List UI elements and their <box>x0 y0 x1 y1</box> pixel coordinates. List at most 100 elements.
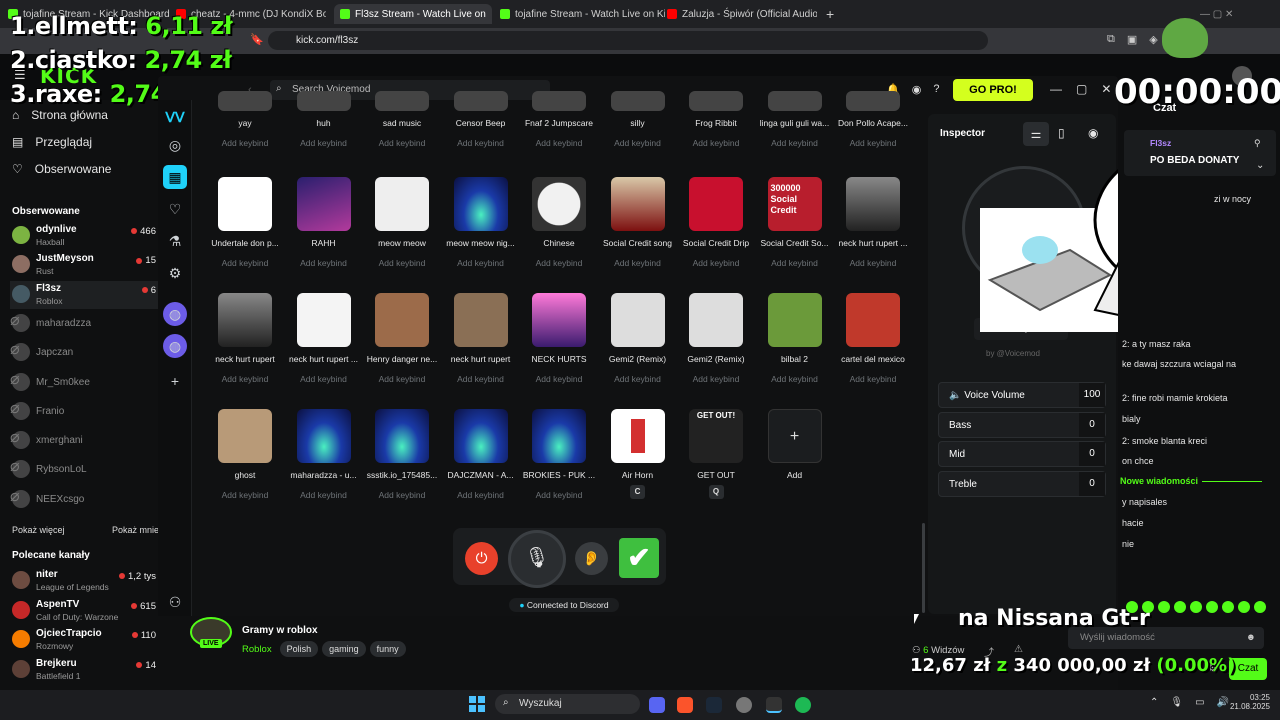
sound-tile[interactable]: RAHH Add keybind <box>285 177 363 277</box>
chevron-down-icon[interactable]: ⌄ <box>1256 160 1264 171</box>
browser-tab[interactable]: tojafine Stream - Watch Live on Kick <box>500 4 665 24</box>
keybind-badge[interactable]: Q <box>708 485 724 499</box>
voice-lab-icon[interactable]: ⚗ <box>163 229 187 253</box>
recommended-channel[interactable]: AspenTV Call of Duty: Warzone 615 <box>10 597 158 625</box>
sound-tile[interactable]: Don Pollo Acape... Add keybind <box>834 91 912 151</box>
slider-value[interactable]: 100 <box>1079 383 1105 407</box>
obs-app-icon[interactable] <box>736 697 752 713</box>
sound-tile[interactable]: 300000 Social Credit Social Credit So... A… <box>756 177 834 277</box>
sound-tile[interactable]: ghost Add keybind <box>206 409 284 509</box>
slider-value[interactable]: 0 <box>1079 471 1105 496</box>
add-keybind-link[interactable]: Add keybind <box>285 490 363 500</box>
sound-tile[interactable]: GET OUT! GET OUT Q <box>677 409 755 509</box>
power-button[interactable]: ⏻ <box>465 542 498 575</box>
add-keybind-link[interactable]: Add keybind <box>442 374 520 384</box>
bookmark-icon[interactable]: 🔖 <box>250 33 264 46</box>
add-keybind-link[interactable]: Add keybind <box>677 374 755 384</box>
discord-app-icon[interactable] <box>649 697 665 713</box>
add-keybind-link[interactable]: Add keybind <box>363 138 441 148</box>
sound-tile[interactable]: DAJCZMAN - A... Add keybind <box>442 409 520 509</box>
show-more-link[interactable]: Pokaż więcej <box>12 525 65 535</box>
add-keybind-link[interactable]: Add keybind <box>206 490 284 500</box>
followed-channel[interactable]: JustMeyson Rust 15 <box>10 251 158 279</box>
add-keybind-link[interactable]: Add keybind <box>599 258 677 268</box>
add-keybind-link[interactable]: Add keybind <box>599 374 677 384</box>
add-keybind-link[interactable]: Add keybind <box>206 258 284 268</box>
sound-tile[interactable]: meow meow Add keybind <box>363 177 441 277</box>
sound-tile[interactable]: neck hurt rupert ... Add keybind <box>285 293 363 393</box>
steam-app-icon[interactable] <box>706 697 722 713</box>
clock[interactable]: 03:25 21.08.2025 <box>1226 693 1270 711</box>
add-keybind-link[interactable]: Add keybind <box>442 258 520 268</box>
add-keybind-link[interactable]: Add keybind <box>834 138 912 148</box>
sound-tile[interactable]: silly Add keybind <box>599 91 677 151</box>
sound-tile[interactable]: neck hurt rupert Add keybind <box>442 293 520 393</box>
add-keybind-link[interactable]: Add keybind <box>756 138 834 148</box>
add-keybind-link[interactable]: Add keybind <box>442 490 520 500</box>
followed-channel[interactable]: Fl3sz Roblox 6 <box>10 280 158 309</box>
sound-tile[interactable]: + Add <box>756 409 834 509</box>
followed-channel[interactable]: Franio⌀ <box>10 398 158 426</box>
pin-icon[interactable]: ⚲ <box>1254 138 1261 149</box>
recommended-channel[interactable]: OjciecTrapcio Rozmowy 110 <box>10 626 158 654</box>
tag[interactable]: gaming <box>322 641 366 657</box>
eq-slider[interactable]: 🔈 Voice Volume 100 <box>938 382 1106 408</box>
microphone-button[interactable]: 🎙 <box>508 530 566 588</box>
add-keybind-link[interactable]: Add keybind <box>834 374 912 384</box>
sound-tile[interactable]: Air Horn C <box>599 409 677 509</box>
sound-tile[interactable]: Gemi2 (Remix) Add keybind <box>677 293 755 393</box>
add-keybind-link[interactable]: Add keybind <box>599 138 677 148</box>
emoji-icon[interactable]: ☻ <box>1246 627 1256 649</box>
profile-icon[interactable]: ⚇ <box>163 590 187 614</box>
category-link[interactable]: Roblox <box>242 644 272 655</box>
keybind-badge[interactable]: C <box>630 485 645 499</box>
sound-tile[interactable]: Gemi2 (Remix) Add keybind <box>599 293 677 393</box>
add-keybind-link[interactable]: Add keybind <box>206 138 284 148</box>
followed-channel[interactable]: NEEXcsgo⌀ <box>10 486 158 514</box>
slider-value[interactable]: 0 <box>1079 412 1105 437</box>
show-less-link[interactable]: Pokaż mnie <box>112 525 159 535</box>
sound-tile[interactable]: BROKIES - PUK ... Add keybind <box>520 409 598 509</box>
voice-avatar-icon[interactable]: ◍ <box>163 302 187 326</box>
followed-channel[interactable]: maharadzza⌀ <box>10 310 158 338</box>
eq-slider[interactable]: Treble 0 <box>938 470 1106 497</box>
add-keybind-link[interactable]: Add keybind <box>520 138 598 148</box>
add-keybind-link[interactable]: Add keybind <box>363 374 441 384</box>
voicemod-app-icon[interactable] <box>766 697 782 713</box>
sound-tile[interactable]: Social Credit Drip Add keybind <box>677 177 755 277</box>
settings-icon[interactable]: ⚙ <box>163 261 187 285</box>
nav-browse[interactable]: ▤ Przeglądaj <box>12 135 92 149</box>
followed-channel[interactable]: Japczan⌀ <box>10 339 158 367</box>
add-keybind-link[interactable]: Add keybind <box>520 490 598 500</box>
sound-tile[interactable]: meow meow nig... Add keybind <box>442 177 520 277</box>
add-keybind-link[interactable]: Add keybind <box>285 138 363 148</box>
sound-tile[interactable]: linga guli guli wa... Add keybind <box>756 91 834 151</box>
brave-app-icon[interactable] <box>677 697 693 713</box>
sound-tile[interactable]: maharadzza - u... Add keybind <box>285 409 363 509</box>
system-tray[interactable]: ⌃ 🎙 ▭ 🔊 <box>1150 697 1229 708</box>
sound-tile[interactable]: ssstik.io_175485... Add keybind <box>363 409 441 509</box>
add-keybind-link[interactable]: Add keybind <box>363 490 441 500</box>
sound-tile[interactable]: Henry danger ne... Add keybind <box>363 293 441 393</box>
sound-tile[interactable]: Fnaf 2 Jumpscare Add keybind <box>520 91 598 151</box>
soundboard-icon[interactable]: ▦ <box>163 165 187 189</box>
compass-icon[interactable]: ◎ <box>163 133 187 157</box>
eq-slider[interactable]: Mid 0 <box>938 441 1106 467</box>
recommended-channel[interactable]: niter League of Legends 1,2 tys <box>10 567 158 595</box>
recommended-channel[interactable]: Brejkeru Battlefield 1 14 <box>10 656 158 684</box>
add-icon[interactable]: + <box>163 369 187 393</box>
followed-channel[interactable]: Mr_Sm0kee⌀ <box>10 369 158 397</box>
url-field[interactable]: kick.com/fl3sz <box>268 31 988 50</box>
add-keybind-link[interactable]: Add keybind <box>285 374 363 384</box>
sound-tile[interactable]: NECK HURTS Add keybind <box>520 293 598 393</box>
sound-tile[interactable]: Frog Ribbit Add keybind <box>677 91 755 151</box>
new-tab-icon[interactable]: + <box>826 4 840 24</box>
sound-tile[interactable]: Undertale don p... Add keybind <box>206 177 284 277</box>
followed-channel[interactable]: xmerghani⌀ <box>10 427 158 455</box>
add-keybind-link[interactable]: Add keybind <box>442 138 520 148</box>
sound-tile[interactable]: Social Credit song Add keybind <box>599 177 677 277</box>
go-pro-button[interactable]: GO PRO! <box>953 79 1033 101</box>
scrollbar[interactable] <box>922 523 925 613</box>
windows-start-icon[interactable] <box>469 696 485 712</box>
slider-value[interactable]: 0 <box>1079 442 1105 466</box>
